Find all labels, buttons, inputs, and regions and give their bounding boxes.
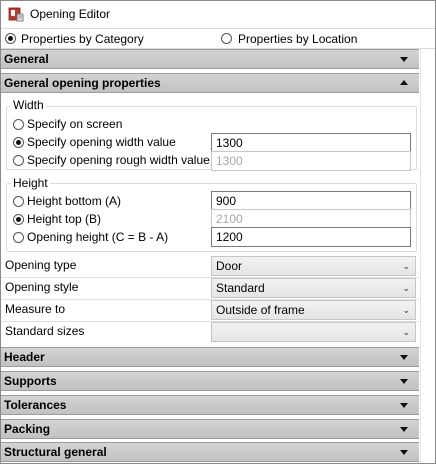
width-specify-on-screen-label[interactable]: Specify on screen	[27, 117, 122, 131]
opening-type-label: Opening type	[5, 258, 77, 272]
expand-arrow-icon[interactable]	[400, 57, 408, 62]
section-structural-general-title: Structural general	[4, 445, 107, 459]
section-supports-title: Supports	[4, 374, 57, 388]
opening-height-label[interactable]: Opening height (C = B - A)	[27, 230, 168, 244]
section-header-title: Header	[4, 350, 45, 364]
opening-height-radio[interactable]	[13, 232, 24, 243]
height-top-radio[interactable]	[13, 214, 24, 225]
section-general[interactable]: General	[1, 49, 419, 69]
height-bottom-radio[interactable]	[13, 196, 24, 207]
expand-arrow-icon[interactable]	[400, 403, 408, 408]
view-by-location-radio[interactable]	[221, 33, 232, 44]
width-specify-value-label[interactable]: Specify opening width value	[27, 135, 176, 149]
window-title: Opening Editor	[30, 7, 111, 21]
view-by-location-label[interactable]: Properties by Location	[238, 32, 357, 46]
expand-arrow-icon[interactable]	[400, 450, 408, 455]
height-top-label[interactable]: Height top (B)	[27, 212, 101, 226]
expand-arrow-icon[interactable]	[400, 427, 408, 432]
section-general-opening-properties[interactable]: General opening properties	[1, 73, 419, 93]
opening-type-select[interactable]: Door ⌄	[211, 256, 416, 276]
view-by-category-label[interactable]: Properties by Category	[21, 32, 144, 46]
width-specify-value-radio[interactable]	[13, 137, 24, 148]
standard-sizes-label: Standard sizes	[5, 324, 85, 338]
width-specify-on-screen-radio[interactable]	[13, 119, 24, 130]
opening-editor-app-icon	[8, 7, 24, 22]
standard-sizes-select[interactable]: ⌄	[211, 322, 416, 342]
chevron-down-icon[interactable]: ⌄	[402, 305, 410, 315]
section-general-opening-title: General opening properties	[4, 76, 161, 90]
expand-arrow-icon[interactable]	[400, 379, 408, 384]
opening-style-select[interactable]: Standard ⌄	[211, 278, 416, 298]
opening-type-value: Door	[216, 259, 243, 273]
section-supports[interactable]: Supports	[1, 371, 419, 391]
section-structural-general[interactable]: Structural general	[1, 442, 419, 462]
chevron-down-icon[interactable]: ⌄	[402, 283, 410, 293]
height-top-input[interactable]: 2100	[211, 209, 411, 229]
section-tolerances-title: Tolerances	[4, 398, 67, 412]
section-general-title: General	[4, 52, 49, 66]
measure-to-select[interactable]: Outside of frame ⌄	[211, 300, 416, 320]
width-specify-rough-label[interactable]: Specify opening rough width value	[27, 153, 210, 167]
height-group-label: Height	[11, 176, 50, 190]
height-bottom-input[interactable]: 900	[211, 191, 411, 211]
chevron-down-icon[interactable]: ⌄	[402, 327, 410, 337]
chevron-down-icon[interactable]: ⌄	[402, 261, 410, 271]
opening-width-input[interactable]: 1300	[211, 133, 411, 153]
section-header[interactable]: Header	[1, 347, 419, 367]
measure-to-value: Outside of frame	[216, 303, 305, 317]
section-packing[interactable]: Packing	[1, 419, 419, 439]
measure-to-label: Measure to	[5, 302, 66, 316]
width-specify-rough-radio[interactable]	[13, 155, 24, 166]
opening-style-label: Opening style	[5, 280, 79, 294]
height-bottom-label[interactable]: Height bottom (A)	[27, 194, 121, 208]
section-tolerances[interactable]: Tolerances	[1, 395, 419, 415]
vertical-scrollbar[interactable]	[420, 49, 435, 463]
view-by-category-radio[interactable]	[5, 33, 16, 44]
rough-width-input[interactable]: 1300	[211, 151, 411, 171]
collapse-arrow-icon[interactable]	[400, 80, 408, 85]
opening-height-input[interactable]: 1200	[211, 227, 411, 247]
width-group-label: Width	[11, 98, 46, 112]
opening-style-value: Standard	[216, 281, 265, 295]
expand-arrow-icon[interactable]	[400, 355, 408, 360]
section-packing-title: Packing	[4, 422, 51, 436]
